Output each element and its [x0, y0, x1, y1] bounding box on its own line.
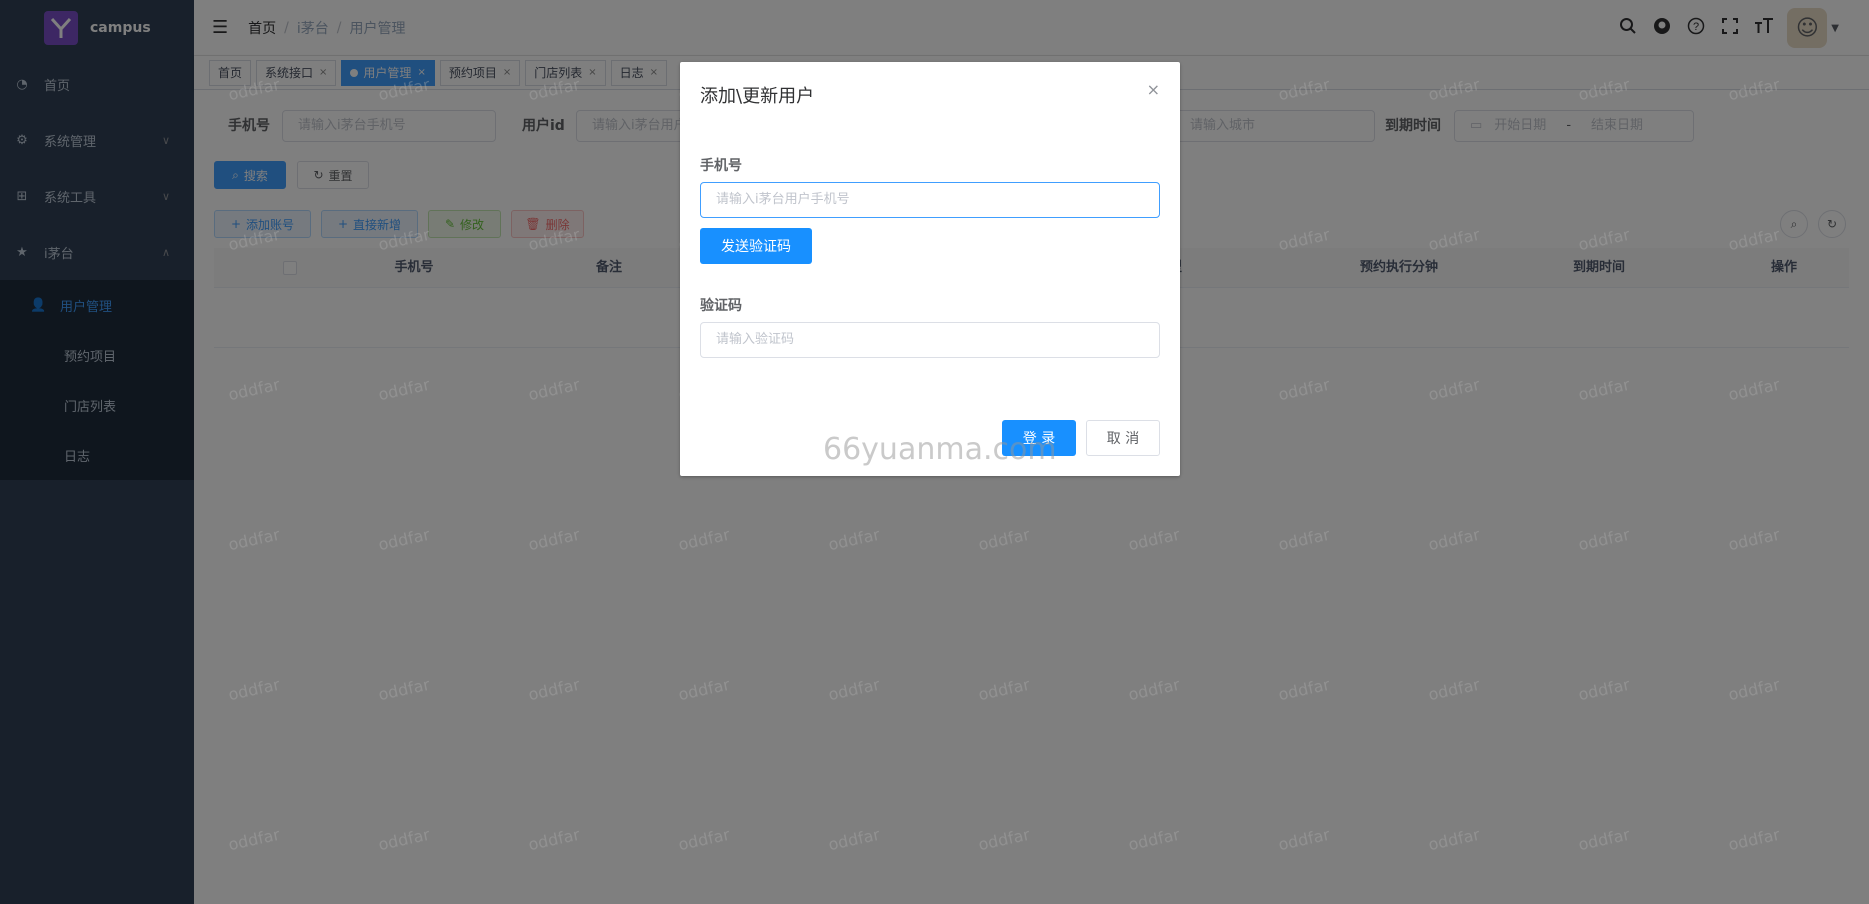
code-field[interactable]: 请输入验证码	[700, 322, 1160, 358]
add-update-user-dialog: 添加\更新用户 × 手机号 请输入i茅台用户手机号 发送验证码 验证码 请输入验…	[680, 62, 1180, 476]
cancel-button[interactable]: 取 消	[1086, 420, 1160, 456]
code-field-label: 验证码	[700, 298, 742, 314]
dialog-title: 添加\更新用户	[700, 86, 815, 107]
site-watermark: 66yuanma.com	[823, 432, 1057, 467]
send-code-button[interactable]: 发送验证码	[700, 228, 812, 264]
close-icon[interactable]: ×	[1147, 80, 1160, 99]
phone-field-label: 手机号	[700, 158, 742, 174]
phone-field[interactable]: 请输入i茅台用户手机号	[700, 182, 1160, 218]
